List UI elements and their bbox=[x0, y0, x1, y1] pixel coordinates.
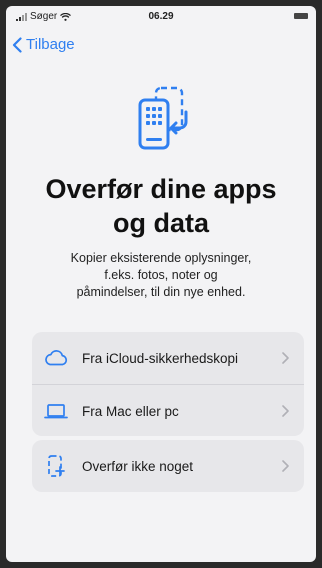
screen: Søger 06.29 Tilbage Overfør dine apps og… bbox=[6, 6, 316, 562]
chevron-right-icon bbox=[280, 352, 290, 364]
subtitle-line: Kopier eksisterende oplysninger, bbox=[70, 251, 252, 265]
option-dont-transfer[interactable]: Overfør ikke noget bbox=[32, 440, 304, 492]
status-bar: Søger 06.29 bbox=[6, 6, 316, 28]
title-line: Overfør dine apps bbox=[45, 174, 277, 204]
option-label: Overfør ikke noget bbox=[82, 458, 194, 474]
option-mac-or-pc[interactable]: Fra Mac eller pc bbox=[32, 384, 304, 436]
chevron-right-icon bbox=[280, 405, 290, 417]
cloud-icon bbox=[44, 346, 68, 370]
back-label: Tilbage bbox=[26, 36, 75, 53]
chevron-left-icon bbox=[12, 36, 22, 53]
subtitle-line: påmindelser, til din nye enhed. bbox=[76, 285, 246, 299]
back-button[interactable]: Tilbage bbox=[12, 36, 75, 53]
laptop-icon bbox=[44, 399, 68, 423]
chevron-right-icon bbox=[280, 460, 290, 472]
page-title: Overfør dine apps og data bbox=[6, 172, 316, 240]
subtitle-line: f.eks. fotos, noter og bbox=[104, 268, 218, 282]
battery-icon bbox=[294, 13, 308, 19]
phone-transfer-icon bbox=[138, 86, 188, 150]
status-time: 06.29 bbox=[148, 11, 174, 22]
option-icloud-backup[interactable]: Fra iCloud-sikkerhedskopi bbox=[32, 332, 304, 384]
option-label: Fra iCloud-sikkerhedskopi bbox=[82, 350, 239, 366]
transfer-options-group: Fra iCloud-sikkerhedskopi Fra Mac eller … bbox=[32, 332, 304, 436]
title-line: og data bbox=[112, 208, 209, 238]
skip-transfer-group: Overfør ikke noget bbox=[32, 440, 304, 492]
option-label: Fra Mac eller pc bbox=[82, 403, 179, 419]
new-phone-sparkle-icon bbox=[44, 454, 68, 478]
page-subtitle: Kopier eksisterende oplysninger, f.eks. … bbox=[46, 250, 276, 301]
